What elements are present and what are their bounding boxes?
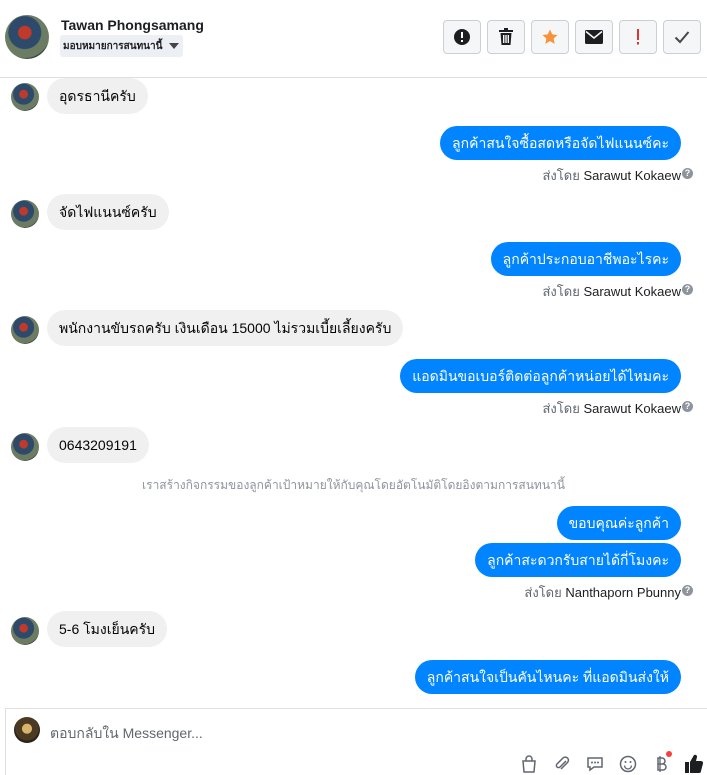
spam-button[interactable]: [443, 20, 481, 54]
composer-toolbar: [518, 751, 705, 775]
star-button[interactable]: [531, 20, 569, 54]
outgoing-message[interactable]: ลูกค้าสะดวกรับสายได้กี่โมงคะ: [475, 543, 681, 577]
incoming-message[interactable]: 5-6 โมงเย็นครับ: [47, 611, 168, 647]
sent-by-prefix: ส่งโดย: [542, 168, 580, 183]
follow-up-button[interactable]: [619, 20, 657, 54]
star-icon: [542, 29, 558, 44]
conversation-header: Tawan Phongsamang มอบหมายการสนทนานี้: [0, 0, 707, 78]
exclamation-icon: [637, 29, 639, 45]
smiley-icon: [619, 755, 637, 773]
info-icon[interactable]: ?: [682, 401, 693, 412]
contact-name[interactable]: Tawan Phongsamang: [61, 17, 204, 33]
outgoing-message[interactable]: ลูกค้าประกอบอาชีพอะไรคะ: [490, 242, 681, 276]
paperclip-icon: [555, 756, 570, 770]
header-actions: [443, 20, 701, 54]
reply-input[interactable]: ตอบกลับใน Messenger...: [50, 723, 203, 745]
payment-button[interactable]: [650, 751, 672, 775]
contact-avatar[interactable]: [5, 15, 49, 59]
notification-dot: [666, 751, 672, 757]
outgoing-message[interactable]: แอดมินขอเบอร์ติดต่อลูกค้าหน่อยได้ไหมคะ: [400, 359, 681, 393]
info-icon[interactable]: ?: [682, 168, 693, 179]
sent-by-label: ส่งโดย Sarawut Kokaew: [542, 165, 681, 186]
baht-icon: [657, 756, 667, 772]
sent-by-label: ส่งโดย Nanthaporn Pbunny: [524, 582, 681, 603]
alert-circle-icon: [454, 29, 470, 45]
thumbs-up-icon: [685, 754, 704, 773]
page-avatar: [14, 717, 40, 743]
incoming-message[interactable]: อุดรธานีครับ: [47, 78, 148, 114]
contact-avatar-small: [11, 200, 39, 228]
attach-button[interactable]: [551, 753, 573, 775]
contact-avatar-small: [11, 433, 39, 461]
incoming-message[interactable]: 0643209191: [47, 427, 149, 463]
assign-conversation-dropdown[interactable]: มอบหมายการสนทนานี้: [60, 35, 184, 57]
caret-down-icon: [169, 43, 180, 49]
system-note: เราสร้างกิจกรรมของลูกค้าเป้าหมายให้กับคุ…: [142, 478, 565, 492]
shop-button[interactable]: [518, 753, 540, 775]
envelope-icon: [585, 30, 603, 44]
assign-label: มอบหมายการสนทนานี้: [63, 40, 163, 52]
shopping-bag-icon: [522, 755, 536, 773]
sent-by-prefix: ส่งโดย: [524, 585, 562, 600]
info-icon[interactable]: ?: [682, 284, 693, 295]
mark-unread-button[interactable]: [575, 20, 613, 54]
sent-by-name: Sarawut Kokaew: [583, 401, 681, 416]
trash-icon: [499, 28, 513, 45]
reply-composer: ตอบกลับใน Messenger...: [5, 708, 707, 775]
outgoing-message[interactable]: ลูกค้าสนใจซื้อสดหรือจัดไฟแนนซ์คะ: [440, 126, 681, 160]
like-button[interactable]: [683, 753, 705, 775]
saved-replies-button[interactable]: [584, 753, 606, 775]
sent-by-prefix: ส่งโดย: [542, 401, 580, 416]
incoming-message[interactable]: พนักงานขับรถครับ เงินเดือน 15000 ไม่รวมเ…: [47, 310, 404, 346]
contact-avatar-small: [11, 83, 39, 111]
sent-by-label: ส่งโดย Sarawut Kokaew: [542, 398, 681, 419]
message-thread[interactable]: อุดรธานีครับ ลูกค้าสนใจซื้อสดหรือจัดไฟแน…: [0, 78, 707, 706]
contact-avatar-small: [11, 617, 39, 645]
mark-done-button[interactable]: [663, 20, 701, 54]
chat-bubble-icon: [587, 757, 603, 772]
delete-button[interactable]: [487, 20, 525, 54]
sent-by-name: Sarawut Kokaew: [583, 284, 681, 299]
sent-by-label: ส่งโดย Sarawut Kokaew: [542, 281, 681, 302]
sent-by-prefix: ส่งโดย: [542, 284, 580, 299]
outgoing-message[interactable]: ลูกค้าสนใจเป็นคันไหนคะ ที่แอดมินส่งให้: [414, 660, 681, 694]
info-icon[interactable]: ?: [682, 585, 693, 596]
outgoing-message[interactable]: ขอบคุณค่ะลูกค้า: [556, 506, 681, 540]
check-icon: [674, 31, 690, 44]
sent-by-name: Sarawut Kokaew: [583, 168, 681, 183]
emoji-button[interactable]: [617, 753, 639, 775]
incoming-message[interactable]: จัดไฟแนนซ์ครับ: [47, 194, 169, 230]
contact-avatar-small: [11, 316, 39, 344]
sent-by-name: Nanthaporn Pbunny: [565, 585, 681, 600]
